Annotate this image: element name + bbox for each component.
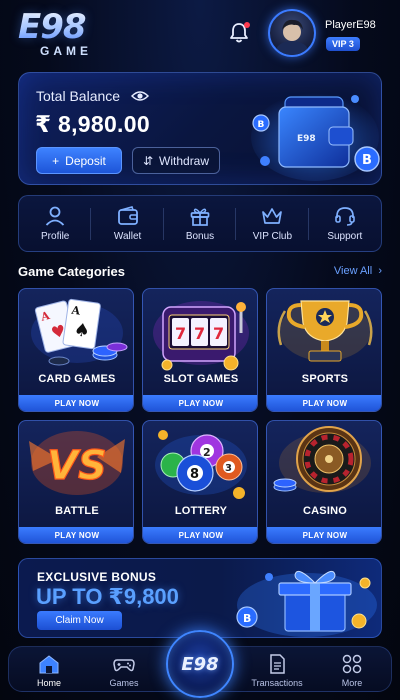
nav-games[interactable]: Games bbox=[89, 647, 159, 693]
svg-text:7: 7 bbox=[175, 324, 186, 343]
game-name: LOTTERY bbox=[174, 505, 228, 517]
nav-label: More bbox=[341, 678, 363, 688]
play-now-button[interactable]: PLAY NOW bbox=[267, 527, 381, 543]
quick-menu-bonus[interactable]: Bonus bbox=[164, 196, 237, 251]
slot-machine-icon: 7 7 7 bbox=[153, 301, 249, 371]
avatar[interactable] bbox=[268, 9, 316, 57]
eye-icon[interactable] bbox=[130, 89, 150, 103]
exclusive-bonus-banner[interactable]: EXCLUSIVE BONUS UP TO ₹9,800 Claim Now B bbox=[18, 558, 382, 638]
trophy-icon bbox=[277, 300, 373, 362]
svg-text:B: B bbox=[243, 612, 251, 625]
deposit-label: Deposit bbox=[65, 153, 106, 168]
balance-card: Total Balance ₹ 8,980.00 + Deposit ⇵ Wit… bbox=[18, 72, 382, 185]
game-card-slot-games[interactable]: 7 7 7 SLOT GAMES PLAY NOW bbox=[142, 288, 258, 412]
game-name: CARD GAMES bbox=[38, 373, 116, 385]
game-categories-title: Game Categories bbox=[18, 264, 125, 279]
game-card-sports[interactable]: SPORTS PLAY NOW bbox=[266, 288, 382, 412]
roulette-icon bbox=[273, 426, 371, 493]
quick-menu-label: Bonus bbox=[185, 231, 215, 242]
game-name: BATTLE bbox=[55, 505, 99, 517]
logo-subtitle: GAME bbox=[40, 44, 92, 58]
play-now-button[interactable]: PLAY NOW bbox=[19, 527, 133, 543]
svg-text:B: B bbox=[258, 120, 265, 130]
chevron-right-icon: › bbox=[375, 265, 382, 277]
play-now-button[interactable]: PLAY NOW bbox=[143, 527, 257, 543]
view-all-link[interactable]: View All › bbox=[334, 265, 382, 277]
game-card-card-games[interactable]: A ♥ A ♠ CARD GAMES PLAY NOW bbox=[18, 288, 134, 412]
vip-badge[interactable]: VIP 3 bbox=[326, 37, 360, 51]
home-icon bbox=[39, 655, 59, 674]
withdraw-label: Withdraw bbox=[159, 153, 210, 168]
quick-menu-label: VIP Club bbox=[252, 231, 293, 242]
svg-text:B: B bbox=[362, 153, 372, 168]
game-name: SLOT GAMES bbox=[163, 373, 239, 385]
svg-text:♠: ♠ bbox=[72, 319, 91, 342]
logo-mark: E98 bbox=[18, 10, 118, 44]
e98-game-logo[interactable]: E98 GAME bbox=[18, 10, 118, 58]
nav-more[interactable]: More bbox=[317, 647, 387, 693]
game-card-casino[interactable]: CASINO PLAY NOW bbox=[266, 420, 382, 544]
svg-text:VS: VS bbox=[47, 443, 107, 489]
notification-dot bbox=[244, 22, 250, 28]
quick-menu-label: Profile bbox=[41, 231, 70, 242]
balance-label: Total Balance bbox=[36, 88, 121, 104]
quick-menu: Profile Wallet Bonus VIP Club Support bbox=[18, 195, 382, 252]
deposit-button[interactable]: + Deposit bbox=[36, 147, 122, 174]
nav-label: Games bbox=[109, 678, 139, 688]
game-card-lottery[interactable]: 2 3 8 LOTTERY PLAY NOW bbox=[142, 420, 258, 544]
bell-icon[interactable] bbox=[226, 20, 252, 46]
quick-menu-wallet[interactable]: Wallet bbox=[91, 196, 165, 251]
headset-icon bbox=[335, 207, 355, 226]
app-header: E98 GAME PlayerE98 VIP 3 bbox=[0, 0, 400, 66]
user-icon bbox=[46, 206, 65, 226]
nav-label: Transactions bbox=[251, 678, 303, 688]
wallet-illustration: E98 B B bbox=[245, 77, 381, 183]
quick-menu-profile[interactable]: Profile bbox=[19, 196, 92, 251]
view-all-label: View All bbox=[333, 265, 373, 277]
quick-menu-label: Wallet bbox=[113, 231, 142, 242]
withdraw-button[interactable]: ⇵ Withdraw bbox=[132, 147, 220, 174]
nav-label: Home bbox=[36, 678, 61, 688]
svg-text:E98: E98 bbox=[297, 134, 316, 144]
nav-home[interactable]: Home bbox=[14, 647, 84, 693]
vs-icon: VS bbox=[29, 431, 125, 495]
svg-text:3: 3 bbox=[225, 463, 232, 474]
grid-icon bbox=[342, 654, 362, 674]
svg-text:8: 8 bbox=[190, 467, 199, 482]
svg-text:7: 7 bbox=[194, 324, 205, 343]
gift-icon bbox=[190, 208, 210, 226]
game-name: CASINO bbox=[303, 505, 347, 517]
player-name: PlayerE98 bbox=[325, 19, 376, 31]
claim-now-button[interactable]: Claim Now bbox=[37, 611, 122, 630]
balance-amount: ₹ 8,980.00 bbox=[35, 111, 150, 137]
play-now-button[interactable]: PLAY NOW bbox=[19, 395, 133, 411]
play-now-button[interactable]: PLAY NOW bbox=[267, 395, 381, 411]
game-name: SPORTS bbox=[301, 373, 349, 385]
svg-text:7: 7 bbox=[213, 324, 224, 343]
lottery-balls-icon: 2 3 8 bbox=[155, 430, 247, 499]
crown-icon bbox=[262, 208, 283, 224]
bonus-title: EXCLUSIVE BONUS bbox=[37, 570, 157, 584]
gamepad-icon bbox=[113, 659, 135, 672]
quick-menu-label: Support bbox=[327, 231, 363, 242]
game-card-battle[interactable]: VS BATTLE PLAY NOW bbox=[18, 420, 134, 544]
withdraw-arrows-icon: ⇵ bbox=[142, 153, 154, 168]
playing-cards-icon: A ♥ A ♠ bbox=[31, 298, 128, 366]
gift-box-icon: B bbox=[236, 570, 377, 637]
quick-menu-support[interactable]: Support bbox=[309, 196, 381, 251]
nav-center-e98-button[interactable]: E98 bbox=[166, 630, 234, 698]
quick-menu-vip-club[interactable]: VIP Club bbox=[236, 196, 310, 251]
nav-transactions[interactable]: Transactions bbox=[242, 647, 312, 693]
bonus-amount: UP TO ₹9,800 bbox=[36, 584, 179, 609]
document-icon bbox=[270, 654, 285, 674]
wallet-icon bbox=[117, 206, 138, 225]
nav-center-logo: E98 bbox=[181, 653, 219, 675]
plus-icon: + bbox=[52, 153, 60, 168]
play-now-button[interactable]: PLAY NOW bbox=[143, 395, 257, 411]
